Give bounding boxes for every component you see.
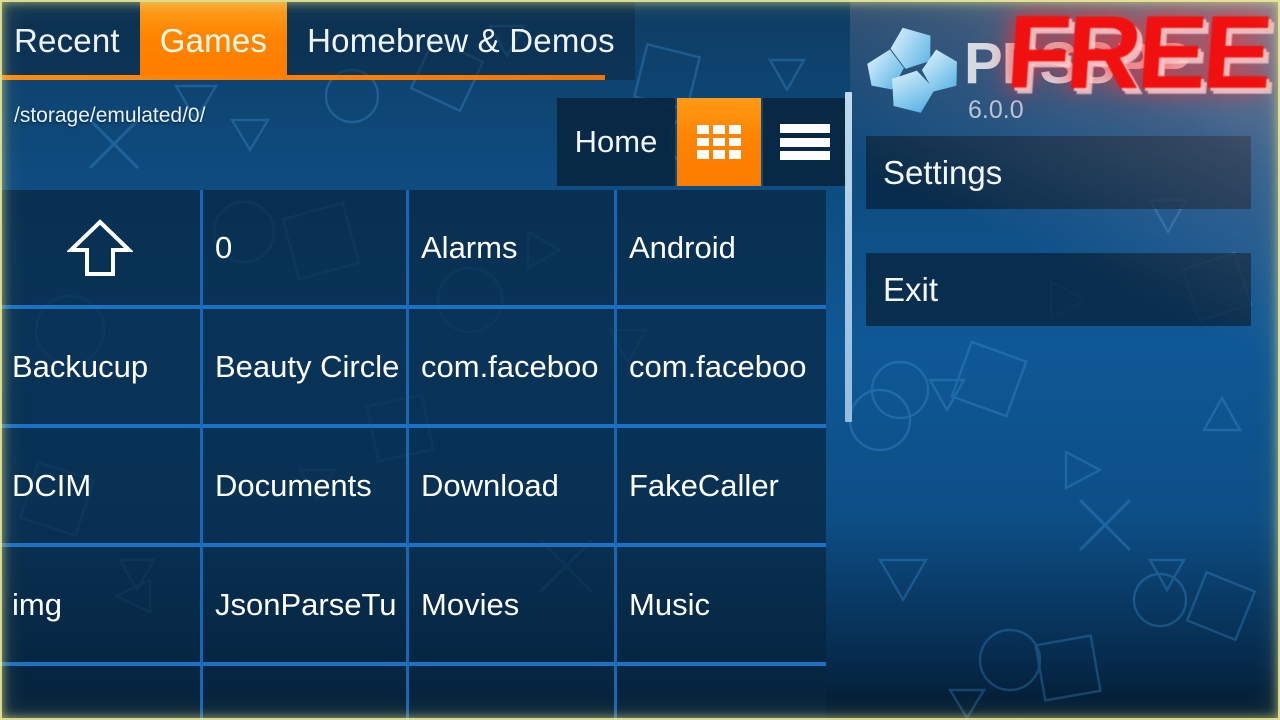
list-item[interactable]: Movies — [409, 547, 617, 666]
app-logo-block: PPSSPP 6.0.0 — [856, 4, 1256, 144]
free-watermark: FREE — [1002, 0, 1273, 111]
file-name: com.faceboo — [421, 348, 599, 384]
list-view-button[interactable] — [763, 98, 847, 186]
list-item[interactable]: Download — [409, 428, 617, 547]
file-name: Documents — [215, 467, 372, 503]
tab-homebrew-demos-label: Homebrew & Demos — [307, 22, 615, 59]
file-name: Movies — [421, 586, 520, 622]
table-row: Backucup Beauty Circle com.faceboo com.f… — [0, 309, 826, 428]
list-view-icon — [780, 124, 830, 160]
list-item[interactable]: Documents — [203, 428, 409, 547]
home-button-label: Home — [574, 124, 658, 159]
list-item[interactable]: com.faceboo — [617, 309, 826, 428]
list-item[interactable]: img — [0, 547, 203, 666]
tab-recent-label: Recent — [14, 22, 120, 59]
settings-button[interactable]: Settings — [866, 136, 1251, 209]
grid-view-button[interactable] — [677, 98, 761, 186]
file-browser-grid: 0 Alarms Android Backucup Beauty Circle … — [0, 190, 826, 720]
exit-button-label: Exit — [883, 270, 939, 308]
table-row: 0 Alarms Android — [0, 190, 826, 309]
list-item[interactable]: DCIM — [0, 428, 203, 547]
file-name: JsonParseTu — [215, 586, 397, 622]
up-arrow-icon — [67, 218, 133, 276]
list-item[interactable]: com.faceboo — [409, 309, 617, 428]
file-name: Alarms — [421, 229, 518, 265]
ppsspp-app-window: Recent Games Homebrew & Demos /storage/e… — [0, 0, 1280, 720]
file-name: Beauty Circle — [215, 348, 400, 384]
list-item[interactable]: Android — [617, 190, 826, 309]
list-item[interactable]: FakeCaller — [617, 428, 826, 547]
tab-recent[interactable]: Recent — [0, 2, 140, 80]
tab-homebrew-demos[interactable]: Homebrew & Demos — [287, 2, 635, 80]
tab-games-label: Games — [159, 22, 268, 59]
list-item[interactable]: Beauty Circle — [203, 309, 409, 428]
file-name: Android — [629, 229, 736, 265]
list-item[interactable]: Alarms — [409, 190, 617, 309]
app-version-label: 6.0.0 — [968, 96, 1024, 124]
parent-directory-cell[interactable] — [0, 190, 203, 309]
list-item[interactable]: JsonParseTu — [203, 547, 409, 666]
current-path-label: /storage/emulated/0/ — [14, 104, 206, 127]
file-name: img — [12, 586, 62, 622]
exit-button[interactable]: Exit — [866, 253, 1251, 326]
table-row: img JsonParseTu Movies Music — [0, 547, 826, 666]
browser-toolbar: Home — [557, 98, 847, 186]
home-button[interactable]: Home — [557, 98, 675, 186]
file-name: DCIM — [12, 467, 92, 503]
file-name: 0 — [215, 229, 233, 265]
vertical-scrollbar[interactable] — [845, 92, 852, 422]
list-item[interactable]: Music — [617, 547, 826, 666]
file-name: Backucup — [12, 348, 149, 384]
table-row: DCIM Documents Download FakeCaller — [0, 428, 826, 547]
table-row-partial — [0, 666, 826, 720]
list-item[interactable] — [409, 666, 617, 720]
file-name: Music — [629, 586, 710, 622]
file-name: com.faceboo — [629, 348, 807, 384]
list-item[interactable]: Backucup — [0, 309, 203, 428]
grid-view-icon — [697, 125, 741, 159]
file-name: FakeCaller — [629, 467, 779, 503]
ppsspp-pinwheel-icon — [867, 27, 957, 113]
list-item[interactable]: 0 — [203, 190, 409, 309]
list-item[interactable] — [203, 666, 409, 720]
side-menu: Settings Exit — [866, 136, 1251, 370]
list-item[interactable] — [617, 666, 826, 720]
file-name: Download — [421, 467, 559, 503]
main-tab-bar: Recent Games Homebrew & Demos — [0, 2, 856, 80]
list-item[interactable] — [0, 666, 203, 720]
app-name-label: PPSSPP — [964, 31, 1191, 96]
settings-button-label: Settings — [883, 153, 1003, 191]
tab-games[interactable]: Games — [139, 2, 288, 80]
